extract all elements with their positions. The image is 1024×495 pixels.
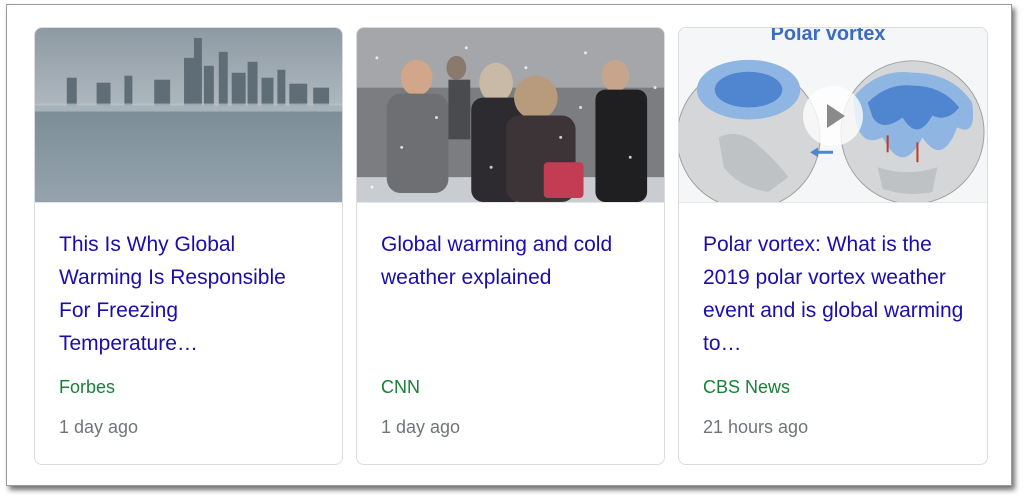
polar-vortex-diagram-image[interactable]: Polar vortex [679, 28, 987, 203]
source-name: CNN [381, 377, 420, 397]
diagram-title: Polar vortex [771, 28, 886, 45]
timestamp: 1 day ago [381, 417, 461, 437]
news-carousel: This Is Why Global Warming Is Responsibl… [6, 4, 1012, 486]
source-name: CBS News [703, 377, 791, 397]
timestamp: 1 day ago [59, 417, 139, 437]
news-card[interactable]: Global warming and cold weather explaine… [356, 27, 665, 465]
play-video-icon[interactable] [803, 86, 863, 146]
headline-link[interactable]: Global warming and cold weather explaine… [381, 228, 644, 294]
news-card[interactable]: Polar vortex Polar vortex: What is the 2… [678, 27, 988, 465]
timestamp: 21 hours ago [703, 417, 809, 437]
source-name: Forbes [59, 377, 116, 397]
people-walking-in-snow-image[interactable] [357, 28, 664, 203]
headline-link[interactable]: This Is Why Global Warming Is Responsibl… [59, 228, 322, 360]
foggy-city-skyline-image[interactable] [35, 28, 342, 203]
news-card[interactable]: This Is Why Global Warming Is Responsibl… [34, 27, 343, 465]
headline-link[interactable]: Polar vortex: What is the 2019 polar vor… [703, 228, 967, 360]
